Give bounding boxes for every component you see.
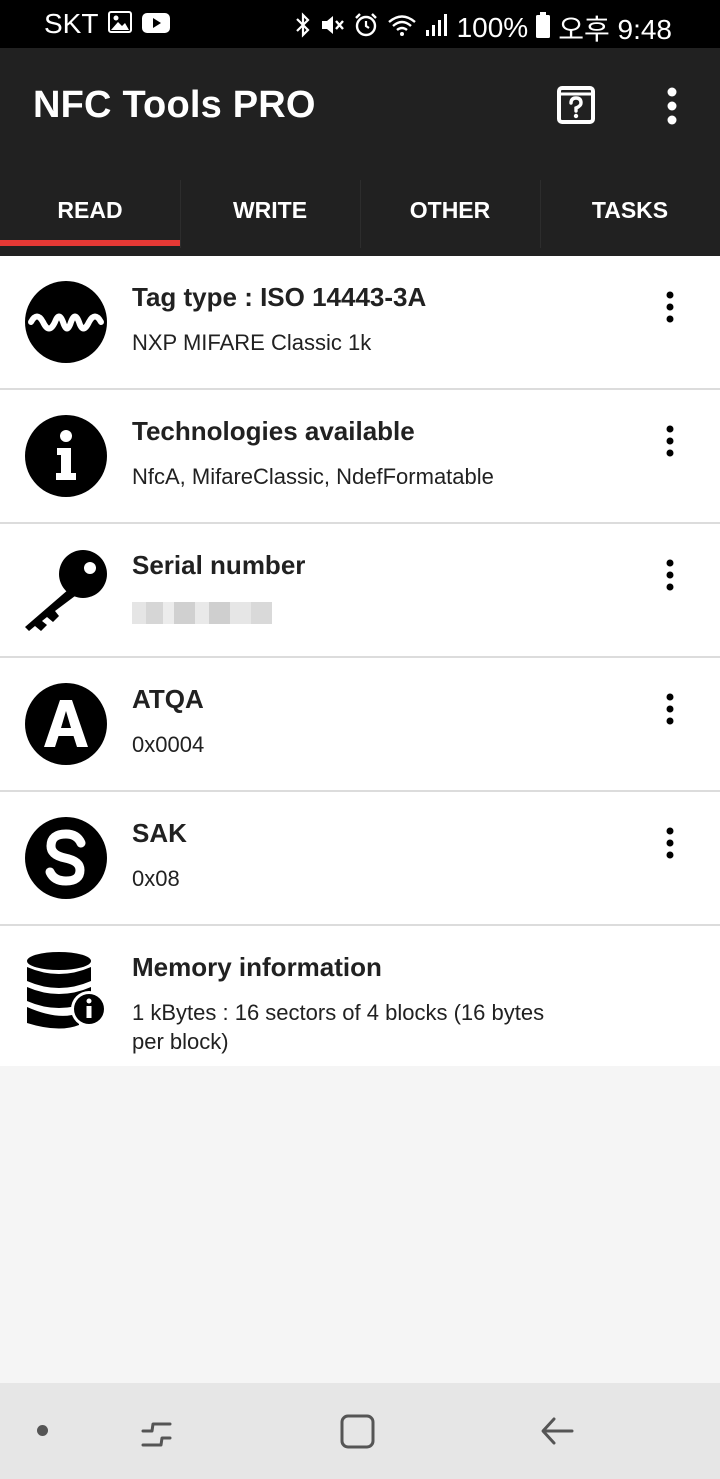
item-subtitle: NXP MIFARE Classic 1k (132, 330, 372, 355)
clock: 오후 9:48 (558, 14, 672, 45)
list-item-sak[interactable]: SAK 0x08 (0, 792, 720, 926)
wifi-icon (387, 12, 417, 44)
app-bar: NFC Tools PRO READ WRITE OTHER TASKS (0, 48, 720, 256)
database-info-icon (27, 952, 107, 1029)
item-subtitle: 0x08 (132, 866, 180, 891)
back-icon[interactable] (536, 1410, 578, 1452)
status-bar: SKT 100% 오후 9:48 (0, 0, 720, 48)
list-item-memory-information[interactable]: Memory information 1 kBytes : 16 sectors… (0, 926, 720, 1066)
item-title: Serial number (132, 550, 306, 580)
letter-a-icon (25, 683, 107, 765)
serial-number-redacted (132, 602, 272, 624)
item-subtitle: NfcA, MifareClassic, NdefFormatable (132, 464, 494, 489)
system-navigation-bar (0, 1383, 720, 1479)
recent-apps-icon[interactable] (136, 1410, 178, 1452)
item-title: Tag type : ISO 14443-3A (132, 282, 427, 312)
image-icon (108, 8, 133, 40)
tab-other[interactable]: OTHER (360, 180, 540, 256)
help-book-icon (557, 86, 595, 124)
battery-icon (536, 11, 551, 45)
item-subtitle: 0x0004 (132, 732, 205, 757)
wave-icon (25, 281, 107, 363)
tab-tasks[interactable]: TASKS (540, 180, 720, 256)
item-title: Technologies available (132, 416, 415, 446)
item-title: ATQA (132, 684, 204, 714)
list-item-atqa[interactable]: ATQA 0x0004 (0, 658, 720, 792)
app-title: NFC Tools PRO (33, 84, 316, 126)
more-vert-icon[interactable] (656, 558, 684, 592)
key-icon (25, 550, 107, 631)
letter-s-icon (25, 817, 107, 899)
youtube-icon (142, 8, 171, 40)
tag-info-list: Tag type : ISO 14443-3A NXP MIFARE Class… (0, 256, 720, 1066)
more-vert-icon[interactable] (656, 290, 684, 324)
nav-dot-icon (37, 1425, 48, 1436)
item-title: Memory information (132, 952, 382, 982)
carrier-label: SKT (44, 8, 99, 39)
list-item-technologies[interactable]: Technologies available NfcA, MifareClass… (0, 390, 720, 524)
tab-bar: READ WRITE OTHER TASKS (0, 180, 720, 256)
tab-read[interactable]: READ (0, 180, 180, 256)
mute-icon (319, 12, 345, 45)
bluetooth-icon (295, 11, 311, 45)
item-title: SAK (132, 818, 187, 848)
help-button[interactable] (556, 85, 596, 125)
alarm-icon (353, 12, 379, 45)
item-subtitle: 1 kBytes : 16 sectors of 4 blocks (16 by… (132, 1000, 545, 1054)
info-icon (25, 415, 107, 497)
more-vert-icon (667, 87, 677, 125)
more-vert-icon[interactable] (656, 826, 684, 860)
more-vert-icon[interactable] (656, 424, 684, 458)
tab-write[interactable]: WRITE (180, 180, 360, 256)
signal-icon (425, 12, 449, 44)
list-item-serial-number[interactable]: Serial number (0, 524, 720, 658)
battery-percent: 100% (456, 12, 529, 43)
home-icon[interactable] (336, 1410, 378, 1452)
overflow-menu-button[interactable] (656, 84, 688, 128)
list-item-tag-type[interactable]: Tag type : ISO 14443-3A NXP MIFARE Class… (0, 256, 720, 390)
more-vert-icon[interactable] (656, 692, 684, 726)
